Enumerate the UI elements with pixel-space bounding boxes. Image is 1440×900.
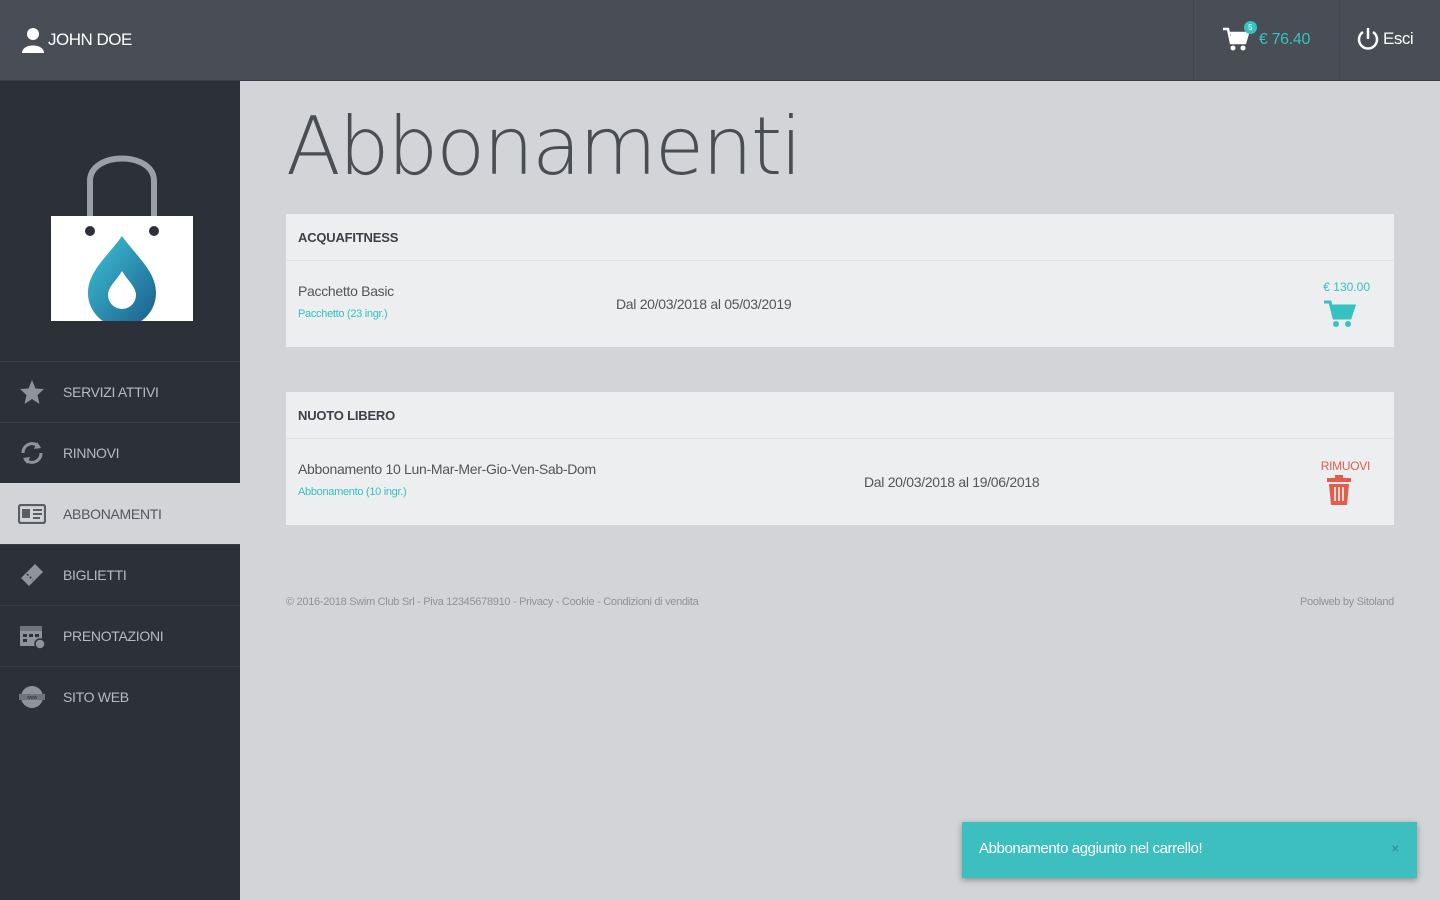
subscription-subtitle[interactable]: Pacchetto (23 ingr.) <box>298 308 388 320</box>
card-heading: NUOTO LIBERO <box>286 392 1394 439</box>
user-menu[interactable]: JOHN DOE <box>22 27 132 53</box>
subscription-card-acquafitness: ACQUAFITNESS Pacchetto Basic Pacchetto (… <box>286 214 1394 347</box>
id-card-icon <box>17 499 47 529</box>
user-icon <box>22 28 44 53</box>
calendar-icon <box>17 621 47 651</box>
subscription-row: Abbonamento 10 Lun-Mar-Mer-Gio-Ven-Sab-D… <box>286 439 1394 525</box>
sidebar-item-label: BIGLIETTI <box>63 567 127 583</box>
cart-total: € 76.40 <box>1258 31 1311 48</box>
sidebar-item-servizi-attivi[interactable]: SERVIZI ATTIVI <box>0 361 240 422</box>
sidebar-item-abbonamenti[interactable]: ABBONAMENTI <box>0 483 240 544</box>
sidebar-item-label: SERVIZI ATTIVI <box>63 384 159 400</box>
subscription-name: Abbonamento 10 Lun-Mar-Mer-Gio-Ven-Sab-D… <box>298 461 596 477</box>
footer-credits[interactable]: Poolweb by Sitoland <box>1300 596 1394 608</box>
sidebar-item-rinnovi[interactable]: RINNOVI <box>0 422 240 483</box>
subscription-name: Pacchetto Basic <box>298 283 394 299</box>
sidebar-item-label: SITO WEB <box>63 689 129 705</box>
toast-message: Abbonamento aggiunto nel carrello! <box>979 840 1203 857</box>
cart-icon: 5 <box>1222 21 1257 53</box>
subscription-price: € 130.00 <box>1323 280 1370 294</box>
globe-icon: www <box>17 682 47 712</box>
svg-text:www: www <box>27 695 38 701</box>
power-icon <box>1357 28 1379 50</box>
refresh-icon <box>17 438 47 468</box>
card-heading: ACQUAFITNESS <box>286 214 1394 261</box>
trash-icon[interactable] <box>1326 475 1352 510</box>
sidebar-item-sito-web[interactable]: www SITO WEB <box>0 666 240 727</box>
sidebar-item-label: RINNOVI <box>63 445 120 461</box>
add-to-cart-icon[interactable] <box>1324 299 1357 334</box>
toast-notification: Abbonamento aggiunto nel carrello! × <box>962 822 1417 878</box>
remove-button[interactable]: RIMUOVI <box>1321 459 1371 473</box>
logout-button[interactable]: Esci <box>1356 27 1414 51</box>
sidebar-item-prenotazioni[interactable]: PRENOTAZIONI <box>0 605 240 666</box>
top-bar: JOHN DOE 5 € 76.40 Esci <box>0 0 1440 81</box>
close-icon[interactable]: × <box>1391 840 1399 856</box>
page-title: Abbonamenti <box>286 100 802 193</box>
subscription-dates: Dal 20/03/2018 al 19/06/2018 <box>864 474 1040 490</box>
star-icon <box>17 377 47 407</box>
logout-label: Esci <box>1383 29 1414 48</box>
sidebar: SERVIZI ATTIVI RINNOVI ABBONAMENTI BIGLI… <box>0 81 240 900</box>
footer-legal[interactable]: © 2016-2018 Swim Club Srl - Piva 1234567… <box>286 596 699 608</box>
sidebar-item-label: ABBONAMENTI <box>63 506 162 522</box>
subscription-subtitle[interactable]: Abbonamento (10 ingr.) <box>298 486 407 498</box>
sidebar-item-label: PRENOTAZIONI <box>63 628 164 644</box>
subscription-row: Pacchetto Basic Pacchetto (23 ingr.) Dal… <box>286 261 1394 347</box>
subscription-dates: Dal 20/03/2018 al 05/03/2019 <box>616 296 792 312</box>
cart-button[interactable]: 5 € 76.40 <box>1193 0 1340 80</box>
sidebar-nav: SERVIZI ATTIVI RINNOVI ABBONAMENTI BIGLI… <box>0 361 240 727</box>
sidebar-item-biglietti[interactable]: BIGLIETTI <box>0 544 240 605</box>
ticket-icon <box>17 560 47 590</box>
shopping-bag-logo <box>48 121 196 351</box>
cart-count-badge: 5 <box>1243 21 1257 34</box>
user-name: JOHN DOE <box>48 30 132 49</box>
subscription-card-nuoto-libero: NUOTO LIBERO Abbonamento 10 Lun-Mar-Mer-… <box>286 392 1394 525</box>
